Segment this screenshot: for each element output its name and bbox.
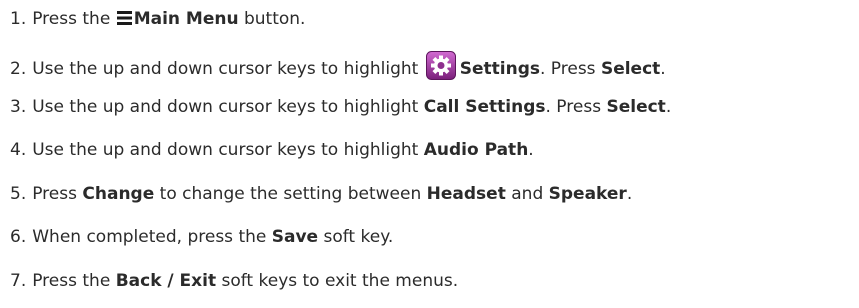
main-menu-label: Main Menu <box>133 9 239 29</box>
step-text: Use the up and down cursor keys to highl… <box>32 140 419 160</box>
step-2: 2. Use the up and down cursor keys to hig… <box>10 51 666 80</box>
step-text: . <box>528 140 534 160</box>
main-menu-icon <box>116 11 132 25</box>
step-text: . Press <box>539 59 596 79</box>
call-settings-label: Call Settings <box>423 97 546 117</box>
step-text: soft key. <box>323 227 394 247</box>
headset-label: Headset <box>426 184 506 204</box>
step-4: 4. Use the up and down cursor keys to hig… <box>10 138 534 162</box>
step-number: 4. <box>10 140 27 160</box>
speaker-label: Speaker <box>548 184 627 204</box>
step-text: and <box>511 184 544 204</box>
step-number: 5. <box>10 184 27 204</box>
step-text: button. <box>243 9 306 29</box>
settings-label: Settings <box>459 59 540 79</box>
audio-path-label: Audio Path <box>423 140 529 160</box>
step-text: soft keys to exit the menus. <box>221 271 459 291</box>
step-text: to change the setting between <box>159 184 422 204</box>
select-label: Select <box>606 97 666 117</box>
step-number: 1. <box>10 9 27 29</box>
settings-gear-icon <box>425 51 456 80</box>
select-label: Select <box>600 59 661 79</box>
step-text: When completed, press the <box>32 227 267 247</box>
step-1: 1. Press the Main Menu button. <box>10 7 305 31</box>
step-text: Press <box>32 184 77 204</box>
step-5: 5. Press Change to change the setting bet… <box>10 182 632 206</box>
step-text: Use the up and down cursor keys to highl… <box>32 97 419 117</box>
step-6: 6. When completed, press the Save soft ke… <box>10 225 393 249</box>
step-number: 3. <box>10 97 27 117</box>
save-label: Save <box>271 227 319 247</box>
change-label: Change <box>82 184 155 204</box>
step-text: . Press <box>545 97 602 117</box>
step-text: Use the up and down cursor keys to highl… <box>32 59 419 79</box>
back-exit-label: Back / Exit <box>115 271 217 291</box>
step-7: 7. Press the Back / Exit soft keys to exi… <box>10 269 458 293</box>
step-text: . <box>626 184 633 204</box>
step-number: 7. <box>10 271 27 291</box>
step-number: 2. <box>10 59 27 79</box>
step-text: . <box>660 59 666 79</box>
step-text: . <box>665 97 672 117</box>
step-text: Press the <box>32 9 111 29</box>
step-text: Press the <box>32 271 111 291</box>
step-number: 6. <box>10 227 27 247</box>
step-3: 3. Use the up and down cursor keys to hig… <box>10 95 671 119</box>
